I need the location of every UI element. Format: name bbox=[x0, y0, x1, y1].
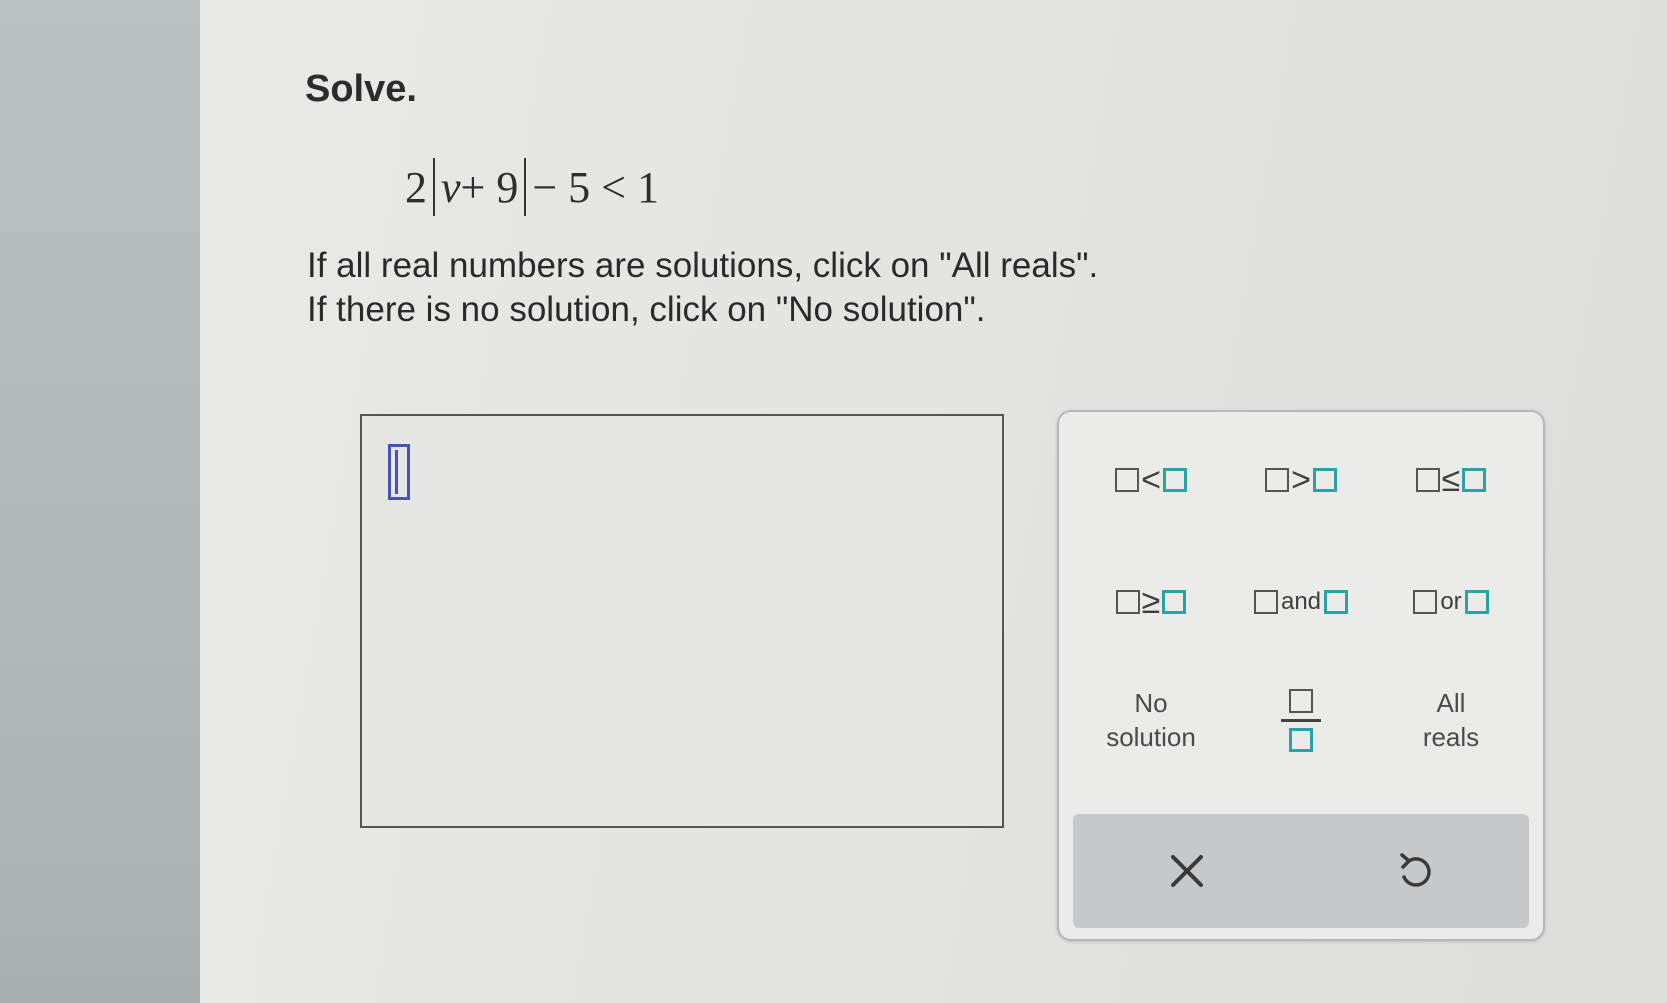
answer-cursor-placeholder[interactable] bbox=[388, 444, 410, 500]
all-reals-label-line2: reals bbox=[1422, 722, 1480, 752]
prompt-heading: Solve. bbox=[305, 68, 417, 110]
no-solution-label-line1: No bbox=[1134, 688, 1168, 718]
less-equal-symbol: ≤ bbox=[1441, 461, 1461, 499]
all-reals-button[interactable]: All reals bbox=[1381, 680, 1521, 760]
placeholder-square bbox=[1115, 468, 1140, 492]
keypad-panel: < > ≤ ≥ and or No solution All reals bbox=[1057, 410, 1545, 941]
denominator-square bbox=[1289, 727, 1313, 752]
placeholder-square-teal bbox=[1324, 590, 1349, 614]
action-bar bbox=[1073, 814, 1529, 928]
all-reals-label-line1: All bbox=[1436, 688, 1466, 718]
equation-rhs: − 5 < 1 bbox=[532, 162, 659, 212]
equation-variable: v bbox=[441, 162, 461, 212]
abs-bar-right bbox=[524, 158, 527, 216]
placeholder-square bbox=[1253, 590, 1278, 614]
equation: 2 v + 9 − 5 < 1 bbox=[405, 158, 659, 216]
key-less-equal[interactable]: ≤ bbox=[1381, 452, 1521, 508]
key-greater-equal[interactable]: ≥ bbox=[1081, 574, 1221, 630]
undo-button[interactable] bbox=[1301, 814, 1529, 928]
key-and[interactable]: and bbox=[1231, 574, 1371, 630]
or-label: or bbox=[1440, 588, 1462, 615]
numerator-square bbox=[1289, 688, 1313, 713]
answer-input-box[interactable] bbox=[360, 414, 1004, 828]
no-solution-button[interactable]: No solution bbox=[1081, 680, 1221, 760]
less-than-symbol: < bbox=[1141, 461, 1161, 499]
undo-icon bbox=[1400, 853, 1431, 887]
placeholder-square-teal bbox=[1162, 590, 1187, 614]
placeholder-square-teal bbox=[1312, 468, 1337, 492]
background-left-margin bbox=[0, 0, 203, 1003]
fraction-bar bbox=[1281, 718, 1321, 722]
key-greater-than[interactable]: > bbox=[1231, 452, 1371, 508]
equation-abs-rest: + 9 bbox=[460, 162, 519, 212]
placeholder-square bbox=[1115, 590, 1140, 614]
equation-coefficient: 2 bbox=[405, 162, 427, 212]
placeholder-square bbox=[1413, 590, 1438, 614]
instruction-no-solution: If there is no solution, click on "No so… bbox=[307, 290, 986, 329]
placeholder-square-teal bbox=[1462, 468, 1487, 492]
no-solution-label-line2: solution bbox=[1106, 722, 1196, 752]
abs-bar-left bbox=[433, 158, 435, 216]
placeholder-square bbox=[1265, 468, 1290, 492]
greater-than-symbol: > bbox=[1291, 461, 1311, 499]
placeholder-square-teal bbox=[1464, 590, 1489, 614]
instruction-all-reals: If all real numbers are solutions, click… bbox=[307, 246, 1099, 285]
fraction-button[interactable] bbox=[1231, 674, 1371, 766]
key-less-than[interactable]: < bbox=[1081, 452, 1221, 508]
greater-equal-symbol: ≥ bbox=[1141, 583, 1161, 621]
clear-button[interactable] bbox=[1073, 814, 1301, 928]
and-label: and bbox=[1280, 588, 1322, 615]
x-icon bbox=[1171, 855, 1203, 887]
placeholder-square bbox=[1415, 468, 1440, 492]
key-or[interactable]: or bbox=[1381, 574, 1521, 630]
problem-page: Solve. 2 v + 9 − 5 < 1 If all real numbe… bbox=[200, 0, 1667, 1003]
placeholder-square-teal bbox=[1162, 468, 1187, 492]
